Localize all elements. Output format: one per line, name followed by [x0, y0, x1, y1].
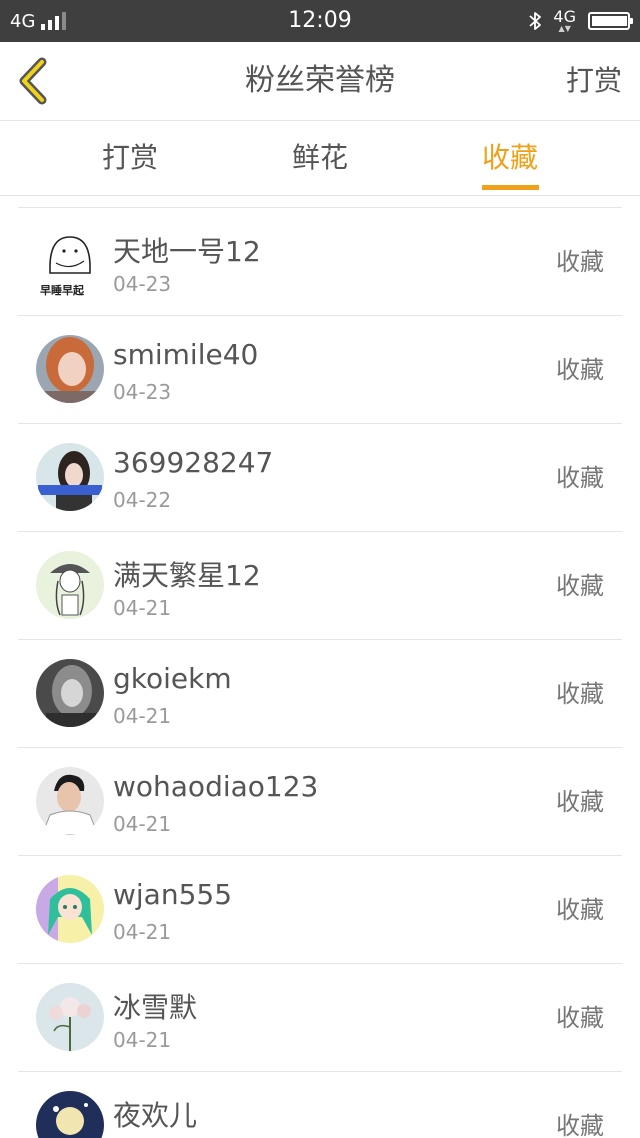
item-type: 收藏 — [556, 572, 604, 600]
item-date: 04-21 — [113, 704, 172, 728]
page-title: 粉丝荣誉榜 — [245, 63, 395, 98]
status-bar: 4G 12:09 4G ▲▼ — [0, 0, 640, 42]
battery-icon — [588, 12, 633, 30]
nav-header: 粉丝荣誉榜 打赏 — [0, 42, 640, 121]
item-date: 04-21 — [113, 920, 172, 944]
data-arrows-icon: ▲▼ — [558, 24, 571, 33]
item-type: 收藏 — [556, 464, 604, 492]
list-item[interactable]: smimile40 04-23 收藏 — [18, 316, 622, 424]
avatar — [36, 767, 104, 835]
status-right: 4G ▲▼ — [529, 0, 633, 42]
network-4g-icon: 4G ▲▼ — [553, 9, 576, 33]
avatar — [36, 1091, 104, 1138]
item-name: gkoiekm — [113, 662, 232, 695]
list-item[interactable]: 满天繁星12 04-21 收藏 — [18, 532, 622, 640]
battery-level — [592, 16, 627, 26]
reward-button[interactable]: 打赏 — [566, 42, 622, 120]
fan-list[interactable]: 早睡早起 天地一号12 04-23 收藏 smimile40 04-23 收藏 — [0, 196, 640, 1138]
list-item[interactable]: wohaodiao123 04-21 收藏 — [18, 748, 622, 856]
list-item[interactable]: 早睡早起 天地一号12 04-23 收藏 — [18, 208, 622, 316]
item-type: 收藏 — [556, 896, 604, 924]
item-name: wjan555 — [113, 878, 233, 911]
list-item[interactable]: 369928247 04-22 收藏 — [18, 424, 622, 532]
tab-flowers[interactable]: 鲜花 — [260, 121, 380, 195]
tab-bar: 打赏 鲜花 收藏 — [0, 121, 640, 196]
item-type: 收藏 — [556, 1004, 604, 1032]
item-type: 收藏 — [556, 788, 604, 816]
bluetooth-icon — [529, 11, 542, 31]
item-date: 04-23 — [113, 380, 172, 404]
item-name: 冰雪默 — [113, 991, 198, 1024]
avatar — [36, 551, 104, 619]
list-item[interactable]: gkoiekm 04-21 收藏 — [18, 640, 622, 748]
list-item[interactable]: 冰雪默 04-21 收藏 — [18, 964, 622, 1072]
tab-reward[interactable]: 打赏 — [70, 121, 190, 195]
item-date: 04-21 — [113, 812, 172, 836]
item-date: 04-21 — [113, 1028, 172, 1052]
avatar — [36, 335, 104, 403]
avatar — [36, 659, 104, 727]
item-type: 收藏 — [556, 680, 604, 708]
list-item[interactable]: 夜欢儿 收藏 — [18, 1072, 622, 1138]
active-tab-indicator — [482, 185, 539, 190]
item-name: smimile40 — [113, 338, 259, 371]
list-item[interactable]: wjan555 04-21 收藏 — [18, 856, 622, 964]
item-type: 收藏 — [556, 248, 604, 276]
item-date: 04-23 — [113, 272, 172, 296]
item-name: 天地一号12 — [113, 235, 261, 268]
avatar-caption: 早睡早起 — [40, 284, 84, 297]
tab-favorites[interactable]: 收藏 — [450, 121, 570, 195]
item-name: wohaodiao123 — [113, 770, 319, 803]
avatar — [36, 983, 104, 1051]
item-type: 收藏 — [556, 1112, 604, 1138]
item-date: 04-22 — [113, 488, 172, 512]
item-type: 收藏 — [556, 356, 604, 384]
item-name: 夜欢儿 — [113, 1099, 198, 1132]
app-screen: 4G 12:09 4G ▲▼ 粉丝荣誉榜 打赏 打赏 鲜花 收藏 早睡早起 天地… — [0, 0, 640, 1138]
avatar — [36, 875, 104, 943]
avatar — [36, 443, 104, 511]
item-name: 369928247 — [113, 446, 274, 479]
item-name: 满天繁星12 — [113, 559, 261, 592]
item-date: 04-21 — [113, 596, 172, 620]
